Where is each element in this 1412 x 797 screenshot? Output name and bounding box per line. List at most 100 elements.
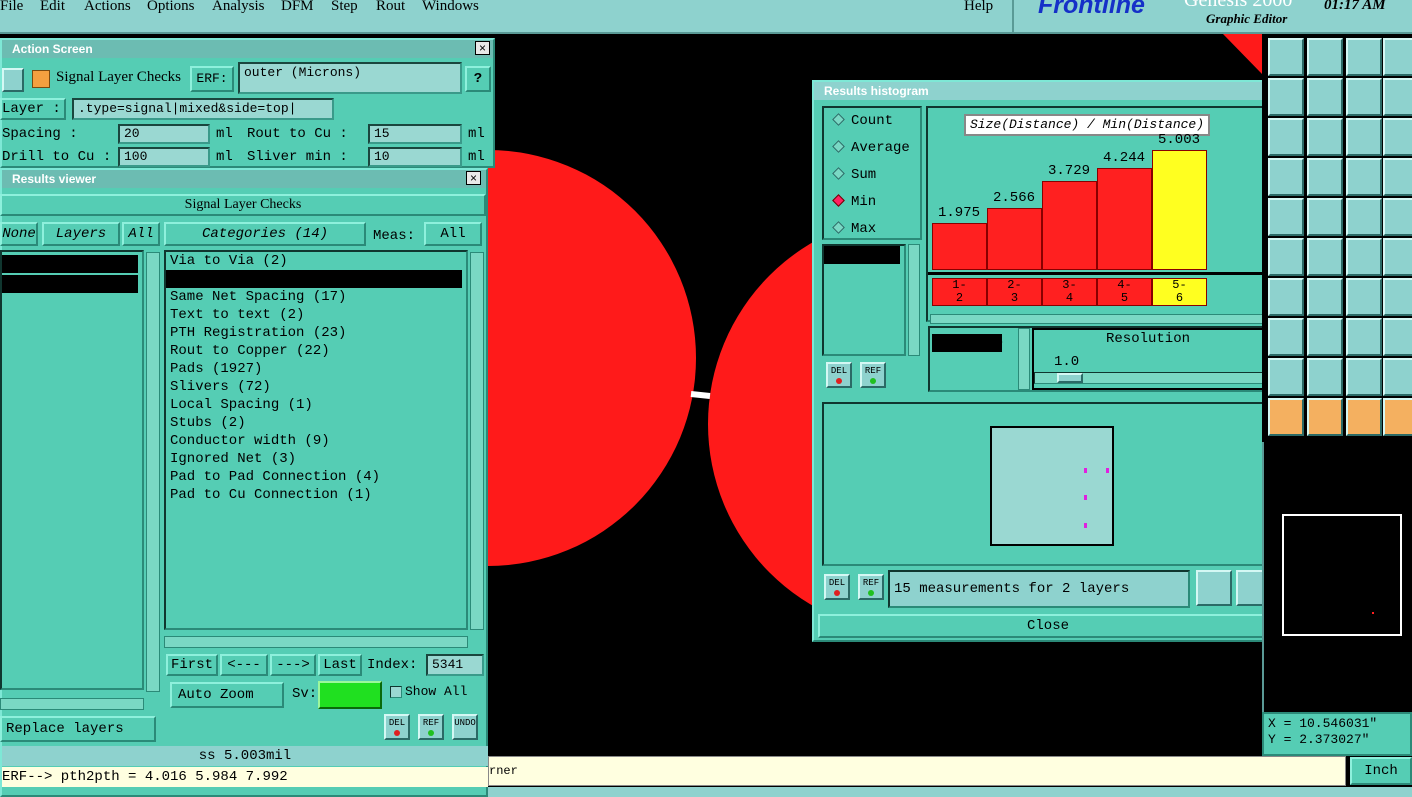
curve-icon[interactable] xyxy=(1346,238,1382,276)
bar-category-label[interactable]: 4-5 xyxy=(1097,278,1152,306)
categories-scrollbar[interactable] xyxy=(470,252,484,630)
export-icon[interactable] xyxy=(1196,570,1232,606)
undo-icon[interactable] xyxy=(1346,78,1382,116)
category-item-selected[interactable]: PTH to PTH (15) xyxy=(166,270,462,288)
close-icon[interactable]: × xyxy=(475,41,490,55)
layer-item[interactable]: ss xyxy=(2,275,138,293)
menu-dfm[interactable]: DFM xyxy=(281,0,314,15)
ref-button[interactable]: REF xyxy=(418,714,444,740)
menu-edit[interactable]: Edit xyxy=(40,0,65,15)
menu-analysis[interactable]: Analysis xyxy=(212,0,265,15)
route-icon[interactable] xyxy=(1268,318,1304,356)
drill-field[interactable]: 100 xyxy=(118,147,210,167)
pad-icon[interactable] xyxy=(1383,278,1412,316)
sv-color-dropdown[interactable] xyxy=(318,681,382,709)
grid-icon[interactable] xyxy=(1307,158,1343,196)
select-icon[interactable] xyxy=(1383,158,1412,196)
del-button[interactable]: DEL xyxy=(384,714,410,740)
all-button[interactable]: All xyxy=(122,222,160,246)
dimension-icon[interactable] xyxy=(1307,318,1343,356)
rout-field[interactable]: 15 xyxy=(368,124,462,144)
categories-button[interactable]: Categories (14) xyxy=(164,222,366,246)
menu-options[interactable]: Options xyxy=(147,0,195,15)
undo-button[interactable]: UNDO xyxy=(452,714,478,740)
layer-item[interactable]: cs xyxy=(2,255,138,273)
del-button[interactable]: DEL xyxy=(826,362,852,388)
category-item[interactable]: Same Net Spacing (17) xyxy=(166,288,466,306)
save-icon[interactable] xyxy=(1307,38,1343,76)
radio-min[interactable]: Min xyxy=(832,194,876,210)
histogram-bar[interactable] xyxy=(987,208,1042,270)
layers-hscrollbar[interactable] xyxy=(0,698,144,710)
histogram-bar[interactable] xyxy=(1097,168,1152,270)
category-item[interactable]: Via to Via (2) xyxy=(166,252,466,270)
layer-button[interactable]: Layer : xyxy=(0,98,66,120)
auto-zoom-dropdown[interactable]: Auto Zoom xyxy=(170,682,284,708)
category-item[interactable]: Pad to Pad Connection (4) xyxy=(166,468,466,486)
circle-icon[interactable] xyxy=(1383,198,1412,236)
menu-file[interactable]: File xyxy=(0,0,23,15)
sliver-field[interactable]: 10 xyxy=(368,147,462,167)
erf-button[interactable]: ERF: xyxy=(190,66,234,92)
last-button[interactable]: Last xyxy=(318,654,362,676)
scale-icon[interactable] xyxy=(1346,118,1382,156)
category-item[interactable]: Ignored Net (3) xyxy=(166,450,466,468)
bar-category-label[interactable]: 2-3 xyxy=(987,278,1042,306)
copy-icon[interactable] xyxy=(1268,78,1304,116)
category-item[interactable]: PTH Registration (23) xyxy=(166,324,466,342)
erf-field[interactable]: outer (Microns) xyxy=(238,62,462,94)
rectangle-icon[interactable] xyxy=(1307,198,1343,236)
layers-list[interactable]: cs ss xyxy=(0,250,144,690)
arch2-icon[interactable] xyxy=(1346,358,1382,396)
menu-windows[interactable]: Windows xyxy=(422,0,479,15)
field-list-scrollbar[interactable] xyxy=(908,244,920,356)
bar-category-label[interactable]: 3-4 xyxy=(1042,278,1097,306)
resolution-field-item[interactable]: Distance xyxy=(932,334,1003,352)
point-icon[interactable] xyxy=(1268,238,1304,276)
histogram-bar[interactable] xyxy=(1152,150,1207,270)
ref-button[interactable]: REF xyxy=(858,574,884,600)
category-item[interactable]: Local Spacing (1) xyxy=(166,396,466,414)
filter-icon[interactable] xyxy=(1346,158,1382,196)
histogram-bar[interactable] xyxy=(1042,181,1097,270)
radio-average[interactable]: Average xyxy=(832,140,910,156)
layers-icon[interactable] xyxy=(1383,38,1412,76)
replace-layers-dropdown[interactable]: Replace layers xyxy=(0,716,156,742)
rotate-icon[interactable] xyxy=(1268,118,1304,156)
spacing-field[interactable]: 20 xyxy=(118,124,210,144)
field-list[interactable]: Distance xyxy=(822,244,906,356)
close-button[interactable]: Close xyxy=(818,614,1278,638)
bar-category-label[interactable]: 1-2 xyxy=(932,278,987,306)
category-item[interactable]: Slivers (72) xyxy=(166,378,466,396)
angle-icon[interactable] xyxy=(1268,278,1304,316)
categories-list[interactable]: Via to Via (2) PTH to PTH (15) Same Net … xyxy=(164,250,468,630)
arch-icon[interactable] xyxy=(1307,358,1343,396)
index-field[interactable]: 5341 xyxy=(426,654,484,676)
category-item[interactable]: Rout to Copper (22) xyxy=(166,342,466,360)
category-item[interactable]: Stubs (2) xyxy=(166,414,466,432)
show-all-checkbox[interactable] xyxy=(390,686,402,698)
resolution-slider[interactable] xyxy=(1034,372,1270,384)
tee-icon[interactable] xyxy=(1383,318,1412,356)
line-icon[interactable] xyxy=(1307,278,1343,316)
pin-icon[interactable] xyxy=(1268,158,1304,196)
layer-field[interactable]: .type=signal|mixed&side=top| xyxy=(72,98,334,120)
help-button[interactable]: ? xyxy=(465,66,491,92)
del-button[interactable]: DEL xyxy=(824,574,850,600)
layers-scrollbar[interactable] xyxy=(146,252,160,692)
slider-thumb[interactable] xyxy=(1057,373,1083,383)
prev-button[interactable]: <--- xyxy=(220,654,268,676)
radio-max[interactable]: Max xyxy=(832,221,876,237)
ref-button[interactable]: REF xyxy=(860,362,886,388)
menu-actions[interactable]: Actions xyxy=(84,0,131,15)
pointer-icon[interactable] xyxy=(1268,398,1304,436)
move-icon[interactable] xyxy=(1307,118,1343,156)
first-button[interactable]: First xyxy=(166,654,218,676)
cross-icon[interactable] xyxy=(1307,238,1343,276)
pointer2-icon[interactable] xyxy=(1307,398,1343,436)
none-button[interactable]: None xyxy=(0,222,38,246)
layers-button[interactable]: Layers xyxy=(42,222,120,246)
close-icon[interactable]: × xyxy=(466,171,481,185)
meas-dropdown[interactable]: All xyxy=(424,222,482,246)
category-item[interactable]: Pads (1927) xyxy=(166,360,466,378)
